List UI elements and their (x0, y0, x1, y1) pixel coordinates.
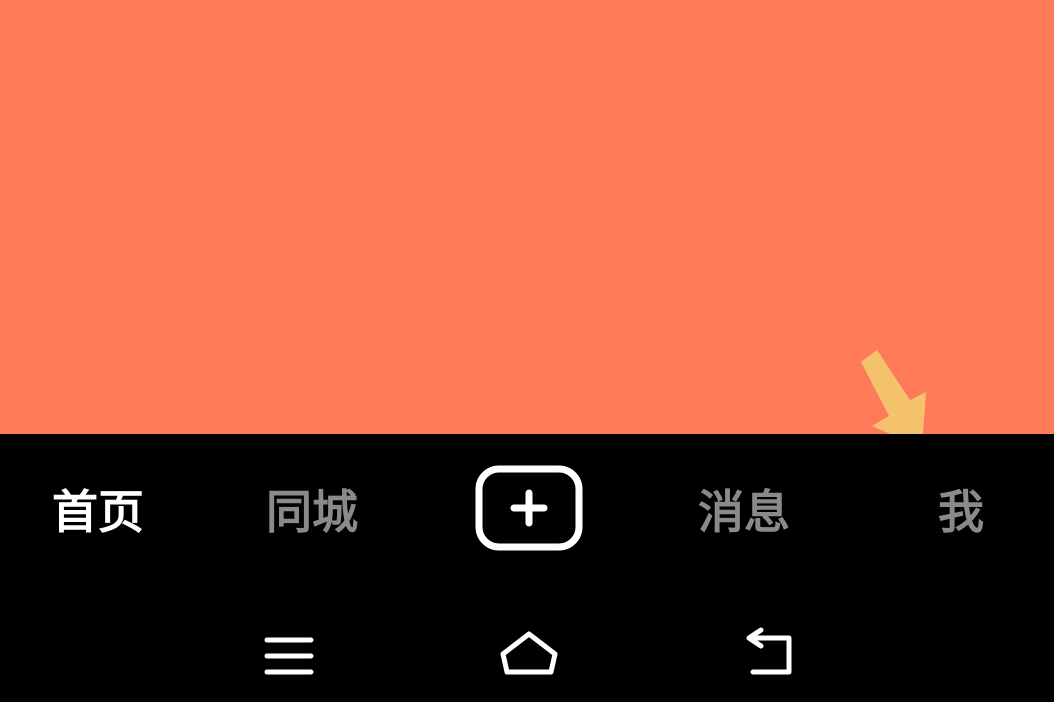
bottom-tab-bar: 首页 同城 消息 我 (0, 434, 1054, 590)
system-navigation-bar (0, 590, 1054, 702)
create-button[interactable] (475, 465, 583, 551)
tab-nearby[interactable]: 同城 (254, 482, 370, 542)
home-button[interactable] (499, 626, 559, 682)
back-button[interactable] (739, 626, 799, 682)
menu-button[interactable] (259, 626, 319, 682)
phone-screen: 首页 同城 消息 我 (0, 0, 1054, 702)
home-icon (500, 631, 558, 675)
tab-messages[interactable]: 消息 (686, 482, 802, 542)
back-icon (746, 627, 792, 675)
tab-home[interactable]: 首页 (40, 482, 156, 542)
tab-me[interactable]: 我 (926, 482, 996, 542)
menu-icon (264, 637, 314, 675)
plus-square-icon (475, 465, 583, 551)
